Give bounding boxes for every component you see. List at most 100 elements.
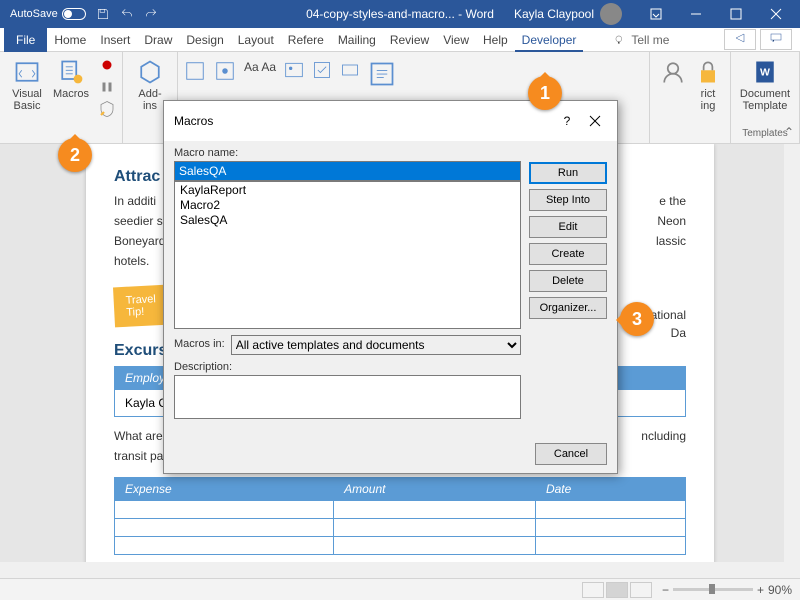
macros-dialog: Macros ? Macro name: KaylaReport Macro2 … <box>163 100 618 474</box>
checkbox-control-icon[interactable] <box>312 60 332 80</box>
tab-developer[interactable]: Developer <box>515 28 584 52</box>
status-bar: − + 90% <box>0 578 800 600</box>
collapse-ribbon-icon[interactable]: ⌃ <box>784 125 794 139</box>
col-date: Date <box>535 478 685 501</box>
undo-icon[interactable] <box>120 7 134 21</box>
list-item[interactable]: SalesQA <box>176 213 519 228</box>
dialog-help-button[interactable]: ? <box>555 109 579 133</box>
close-icon <box>589 115 601 127</box>
visual-basic-label: Visual Basic <box>12 88 42 112</box>
tell-me-label: Tell me <box>631 33 669 47</box>
close-button[interactable] <box>756 0 796 28</box>
edit-button[interactable]: Edit <box>529 216 607 238</box>
redo-icon[interactable] <box>144 7 158 21</box>
document-template-button[interactable]: W Document Template <box>737 56 793 112</box>
tab-view[interactable]: View <box>436 28 476 52</box>
organizer-button[interactable]: Organizer... <box>529 297 607 319</box>
autosave-label: AutoSave <box>10 8 58 20</box>
control-icon[interactable] <box>214 60 236 82</box>
macro-security-icon[interactable] <box>98 100 116 118</box>
user-name: Kayla Claypool <box>514 7 594 21</box>
image-control-icon[interactable] <box>284 60 304 80</box>
lightbulb-icon <box>613 33 627 47</box>
col-expense: Expense <box>115 478 334 501</box>
dialog-close-button[interactable] <box>583 109 607 133</box>
block-icon <box>659 58 687 86</box>
tab-help[interactable]: Help <box>476 28 515 52</box>
list-item[interactable]: Macro2 <box>176 198 519 213</box>
ribbon-group-code: Visual Basic Macros <box>0 52 123 143</box>
vertical-scrollbar[interactable] <box>784 144 800 578</box>
share-icon <box>733 32 747 44</box>
macros-in-select[interactable]: All active templates and documents <box>231 335 521 355</box>
save-icon[interactable] <box>96 7 110 21</box>
list-item[interactable]: KaylaReport <box>176 183 519 198</box>
read-mode-button[interactable] <box>582 582 604 598</box>
word-template-icon: W <box>751 58 779 86</box>
block-authors-button[interactable] <box>656 56 690 112</box>
travel-tip-note: Travel Tip! <box>113 285 169 328</box>
ribbon-options-button[interactable] <box>636 0 676 28</box>
macro-listbox[interactable]: KaylaReport Macro2 SalesQA <box>174 181 521 329</box>
macros-button[interactable]: Macros <box>50 56 92 118</box>
record-macro-icon[interactable] <box>98 56 116 74</box>
run-button[interactable]: Run <box>529 162 607 184</box>
tab-references[interactable]: Refere <box>281 28 331 52</box>
ribbon-group-protect: rict ing <box>650 52 731 143</box>
dropdown-control-icon[interactable] <box>340 60 360 80</box>
web-layout-button[interactable] <box>630 582 652 598</box>
tab-mailings[interactable]: Mailing <box>331 28 383 52</box>
visual-basic-button[interactable]: Visual Basic <box>6 56 48 118</box>
tab-insert[interactable]: Insert <box>93 28 137 52</box>
delete-button[interactable]: Delete <box>529 270 607 292</box>
addins-label: Add- ins <box>138 88 161 112</box>
print-layout-button[interactable] <box>606 582 628 598</box>
minimize-button[interactable] <box>676 0 716 28</box>
create-button[interactable]: Create <box>529 243 607 265</box>
share-button[interactable] <box>724 29 756 50</box>
tab-file[interactable]: File <box>4 28 47 52</box>
maximize-button[interactable] <box>716 0 756 28</box>
callout-1: 1 <box>528 76 562 110</box>
visual-basic-icon <box>13 58 41 86</box>
comment-icon <box>769 32 783 44</box>
macros-in-label: Macros in: <box>174 338 225 350</box>
tab-layout[interactable]: Layout <box>231 28 281 52</box>
font-sample-icon[interactable]: Aa Aa <box>244 60 276 88</box>
dialog-title: Macros <box>174 114 213 128</box>
comments-button[interactable] <box>760 29 792 50</box>
macro-name-input[interactable] <box>174 161 521 181</box>
document-title: 04-copy-styles-and-macro... - Word <box>306 7 494 21</box>
pause-macro-icon[interactable] <box>98 78 116 96</box>
zoom-level[interactable]: 90% <box>768 583 792 597</box>
tab-draw[interactable]: Draw <box>137 28 179 52</box>
horizontal-scrollbar[interactable] <box>0 562 800 578</box>
lock-icon <box>694 58 722 86</box>
xml-mapping-icon[interactable] <box>368 60 396 88</box>
macro-name-label: Macro name: <box>174 147 521 159</box>
title-bar: AutoSave 04-copy-styles-and-macro... - W… <box>0 0 800 28</box>
control-icon[interactable] <box>184 60 206 82</box>
description-textarea[interactable] <box>174 375 521 419</box>
autosave-toggle[interactable]: AutoSave <box>10 8 86 20</box>
autosave-switch-icon[interactable] <box>62 8 86 20</box>
doc-template-label: Document Template <box>740 88 790 112</box>
restrict-editing-button[interactable]: rict ing <box>692 56 724 112</box>
ribbon-tabs: File Home Insert Draw Design Layout Refe… <box>0 28 800 52</box>
callout-3: 3 <box>620 302 654 336</box>
zoom-in-button[interactable]: + <box>757 583 764 597</box>
tab-design[interactable]: Design <box>179 28 230 52</box>
zoom-out-button[interactable]: − <box>662 583 669 597</box>
callout-2: 2 <box>58 138 92 172</box>
tab-review[interactable]: Review <box>383 28 436 52</box>
tab-home[interactable]: Home <box>47 28 93 52</box>
svg-text:W: W <box>760 67 770 79</box>
tell-me-search[interactable]: Tell me <box>613 33 669 47</box>
zoom-slider[interactable] <box>673 588 753 591</box>
step-into-button[interactable]: Step Into <box>529 189 607 211</box>
expense-table: Expense Amount Date <box>114 477 686 555</box>
cancel-button[interactable]: Cancel <box>535 443 607 465</box>
avatar[interactable] <box>600 3 622 25</box>
addins-icon <box>136 58 164 86</box>
restrict-label: rict ing <box>701 88 716 112</box>
